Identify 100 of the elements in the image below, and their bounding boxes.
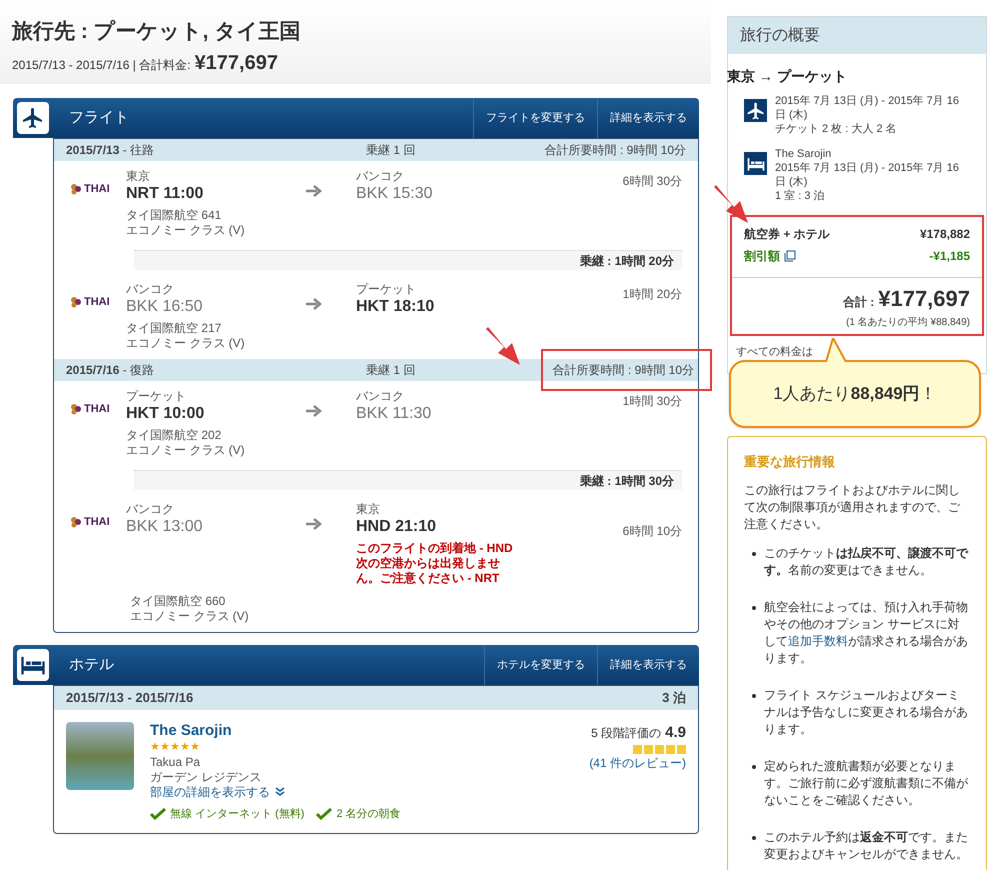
fee-note: すべての料金は (736, 346, 813, 358)
flight-duration: 1時間 30分 (622, 394, 682, 408)
page-title: 旅行先 : プーケット, タイ王国 (12, 18, 302, 45)
hotel-name-link[interactable]: The Sarojin (150, 722, 574, 741)
popup-icon[interactable] (784, 250, 796, 262)
star-icon: ★ (160, 740, 170, 754)
room-details-link[interactable]: 部屋の詳細を表示する (150, 784, 270, 800)
rating-box-icon (644, 744, 653, 754)
price-label: 航空券 + ホテル (744, 226, 830, 244)
section-action-button[interactable]: フライトを変更する (473, 98, 597, 138)
flight-number: タイ国際航空 217 (126, 321, 222, 336)
airline-logo-text: THAI (84, 515, 110, 530)
arrival-time: BKK 11:30 (356, 404, 432, 424)
info-bullet: 航空会社によっては、預け入れ手荷物やその他のオプション サービスに対して追加手数料が請求される場合があります。 (764, 598, 969, 667)
info-bullet: フライト スケジュールおよびターミナルは予告なしに変更される場合があります。 (764, 686, 969, 738)
rating-box-icon (666, 744, 675, 754)
orchid-logo-icon (70, 296, 82, 308)
nights-count: 3 泊 (662, 689, 686, 708)
section-action-button[interactable]: 詳細を表示する (597, 645, 699, 685)
summary-line: The Sarojin (775, 148, 832, 162)
cabin-class: エコノミー クラス (V) (126, 443, 246, 458)
rating-score: 4.9 (665, 723, 686, 743)
leg-stops: 乗継 1 回 (366, 362, 416, 379)
airline-logo-text: THAI (84, 295, 110, 310)
layover-bar: 乗継 : 1時間 30分 (134, 470, 682, 490)
star-icon: ★ (150, 740, 160, 754)
flight-number: タイ国際航空 202 (126, 428, 222, 443)
rating-box-icon (633, 744, 642, 754)
arrival-time: HKT 18:10 (356, 297, 436, 317)
arrow-icon (306, 185, 322, 197)
leg-total-time: 合計所要時間 : 9時間 10分 (544, 142, 686, 159)
total-label: 合計 : (842, 294, 874, 312)
check-icon (150, 808, 166, 820)
per-person-average: (1 名あたりの平均 ¥88,849) (845, 316, 970, 330)
info-bullet: このホテル予約は返金不可です。また変更およびキャンセルができません。 (764, 828, 969, 863)
departure-time: BKK 13:00 (126, 517, 204, 537)
section-action-button[interactable]: 詳細を表示する (597, 98, 699, 138)
summary-line: 1 室 : 3 泊 (775, 190, 826, 204)
hotel-dates: 2015/7/13 - 2015/7/16 (66, 689, 194, 708)
arrow-icon (306, 405, 322, 417)
airline-logo-text: THAI (84, 182, 110, 197)
star-icon: ★ (170, 740, 180, 754)
summary-total: ¥177,697 (878, 285, 970, 314)
leg-total-time: 合計所要時間 : 9時間 10分 (540, 349, 712, 391)
departure-time: NRT 11:00 (126, 184, 204, 204)
airport-warning: このフライトの到着地 - HND 次の空港からは出発しません。ご注意ください - NRT (356, 541, 514, 586)
leg-date: 2015/7/16 - 復路 (66, 362, 156, 379)
rating-box-icon (677, 744, 686, 754)
summary-line: 2015年 7月 13日 (月) - 2015年 7月 16日 (木) (775, 95, 960, 122)
fee-link[interactable]: 追加手数料 (788, 634, 848, 648)
cabin-class: エコノミー クラス (V) (130, 609, 250, 624)
arrival-city: プーケット (356, 282, 417, 297)
photo-placeholder (66, 722, 134, 790)
arrival-time: HND 21:10 (356, 517, 438, 537)
star-icon: ★ (180, 740, 190, 754)
info-intro: この旅行はフライトおよびホテルに関して次の制限事項が適用されますので、ご注意ください。 (744, 482, 961, 533)
departure-time: HKT 10:00 (126, 404, 206, 424)
layover-bar: 乗継 : 1時間 20分 (134, 250, 682, 270)
arrival-city: バンコク (356, 169, 405, 184)
rating-box-icon (655, 744, 664, 754)
flight-duration: 6時間 30分 (622, 174, 682, 188)
cabin-class: エコノミー クラス (V) (126, 223, 246, 238)
check-icon (316, 808, 332, 820)
flight-duration: 1時間 20分 (622, 287, 682, 301)
route-title: 東京 → プーケット (727, 67, 848, 86)
departure-city: バンコク (126, 282, 175, 297)
trip-dates: 2015/7/13 - 2015/7/16 | 合計料金: (12, 56, 191, 74)
orchid-logo-icon (70, 403, 82, 416)
flight-number: タイ国際航空 641 (126, 208, 222, 223)
departure-city: 東京 (126, 169, 151, 184)
info-bullet: 定められた渡航書類が必要となります。ご旅行前に必ず渡航書類に不備がないことをご確認ください。 (764, 758, 969, 809)
flight-number: タイ国際航空 660 (130, 594, 226, 609)
hotel-area: Takua Pa (150, 754, 574, 770)
arrival-city: バンコク (356, 389, 405, 404)
arrival-time: BKK 15:30 (356, 184, 434, 204)
section-title: フライト (69, 108, 129, 128)
total-price: ¥177,697 (194, 50, 278, 76)
star-icon: ★ (190, 740, 200, 754)
section-action-button[interactable]: ホテルを変更する (484, 645, 597, 685)
arrival-city: 東京 (356, 502, 381, 517)
price-amount: ¥178,882 (920, 226, 970, 244)
reviews-link[interactable]: (41 件のレビュー) (589, 754, 686, 772)
departure-time: BKK 16:50 (126, 297, 204, 317)
info-bullet: このチケットは払戻不可、譲渡不可です。名前の変更はできません。 (764, 544, 970, 579)
leg-stops: 乗継 1 回 (366, 142, 416, 159)
departure-city: プーケット (126, 389, 187, 404)
summary-line: チケット 2 枚 : 大人 2 名 (775, 122, 898, 136)
cabin-class: エコノミー クラス (V) (126, 336, 246, 351)
double-chevron-icon (274, 786, 286, 798)
price-amount: -¥1,185 (929, 248, 970, 266)
amenity-label: 無線 インターネット (無料) (170, 808, 304, 822)
orchid-logo-icon (70, 183, 82, 196)
price-label: 割引額 (744, 248, 780, 266)
summary-title: 旅行の概要 (740, 26, 820, 46)
section-title: ホテル (69, 654, 114, 675)
room-type: ガーデン レジデンス (150, 770, 262, 784)
amenity-label: 2 名分の朝食 (336, 808, 401, 822)
summary-line: 2015年 7月 13日 (月) - 2015年 7月 16日 (木) (775, 162, 960, 190)
orchid-logo-icon (70, 516, 82, 528)
leg-date: 2015/7/13 - 往路 (66, 142, 156, 159)
